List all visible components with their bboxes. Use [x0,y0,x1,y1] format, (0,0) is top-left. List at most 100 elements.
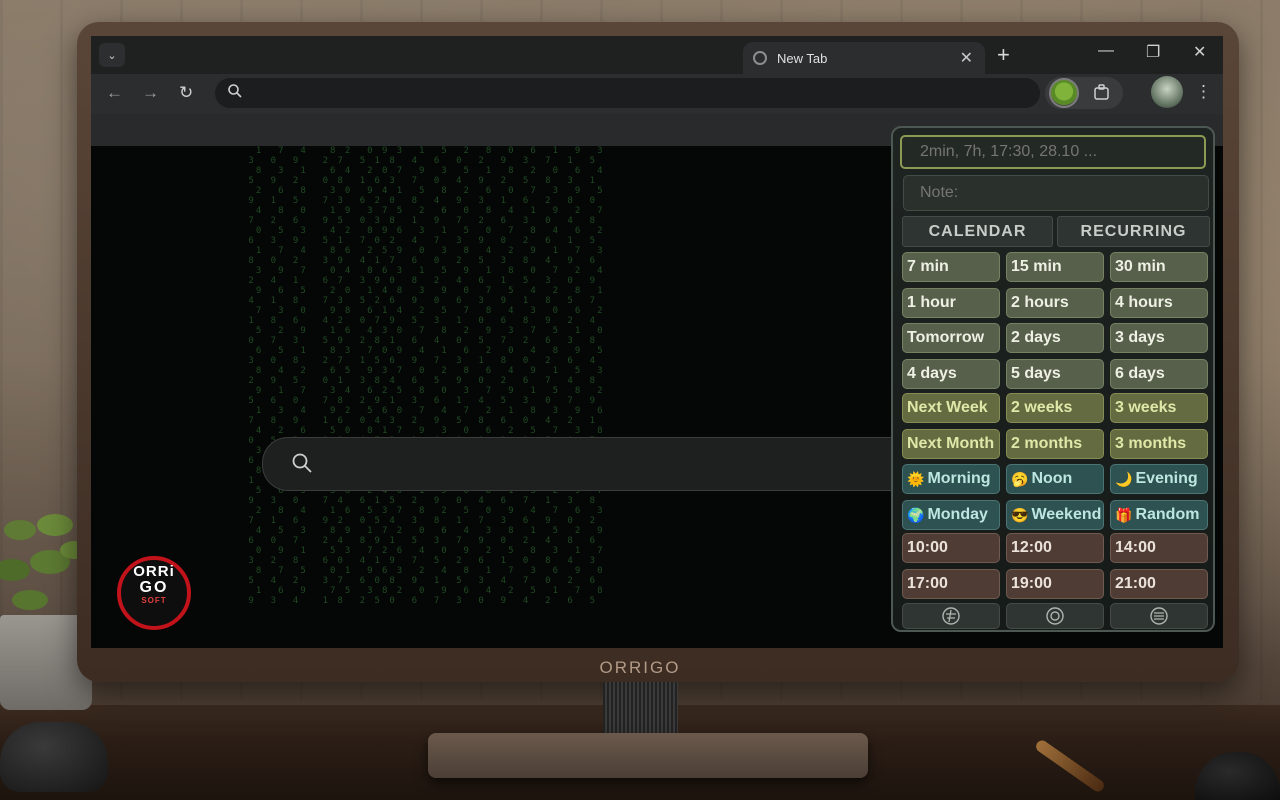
quick-time-label: 3 months [1115,435,1187,452]
quick-time-button[interactable]: 12:00 [1006,533,1104,563]
quick-time-button[interactable]: 🌍 Monday [902,500,1000,530]
quick-time-label: 2 months [1011,435,1083,452]
quick-time-button[interactable]: Tomorrow [902,323,1000,353]
settings-icon [942,607,960,625]
quick-time-label: Morning [927,470,991,487]
extensions-puzzle-icon[interactable] [1093,84,1111,102]
quick-time-label: 14:00 [1115,539,1156,556]
quick-time-label: 10:00 [907,539,948,556]
minimize-button[interactable]: — [1098,42,1114,60]
quick-time-label: 17:00 [907,575,948,592]
chrome-favicon-icon [753,51,767,65]
orrigo-soft-logo: ORRi GO SOFT [117,556,191,630]
quick-time-emoji-icon: 🎁 [1115,506,1133,523]
theme-icon [1046,607,1064,625]
note-input[interactable] [903,175,1209,211]
matrix-rain-background: 1 7 4 8 2 0 9 3 1 5 2 8 0 6 1 9 3 3 0 9 … [248,146,605,606]
quick-time-label: 12:00 [1011,539,1052,556]
quick-time-button[interactable]: 😎 Weekend [1006,500,1104,530]
quick-time-emoji-icon: 🌙 [1115,470,1133,487]
quick-time-label: 6 days [1115,365,1165,382]
earbuds-case [0,722,108,792]
forward-arrow-icon[interactable]: → [142,83,159,103]
tab-new-tab[interactable]: New Tab ✕ [743,42,985,74]
quick-time-button[interactable]: 2 days [1006,323,1104,353]
recurring-button[interactable]: RECURRING [1057,216,1210,247]
quick-time-label: 15 min [1011,258,1062,275]
quick-time-button[interactable]: 4 days [902,359,1000,389]
quick-time-button[interactable]: 6 days [1110,359,1208,389]
calendar-button[interactable]: CALENDAR [902,216,1053,247]
quick-time-label: 5 days [1011,365,1061,382]
quick-time-emoji-icon: 🥱 [1011,470,1029,487]
search-icon [228,84,242,98]
theme-button[interactable] [1006,603,1104,629]
quick-time-label: Tomorrow [907,329,985,346]
quick-time-label: 19:00 [1011,575,1052,592]
quick-time-label: Evening [1135,470,1198,487]
quick-time-label: 4 days [907,365,957,382]
extensions-area [1045,77,1123,109]
search-icon [292,453,312,473]
logo-line-3: SOFT [141,596,167,605]
quick-time-label: 4 hours [1115,294,1173,311]
tea-timer-extension-icon[interactable] [1049,78,1079,108]
quick-time-button[interactable]: 5 days [1006,359,1104,389]
quick-time-button[interactable]: 3 months [1110,429,1208,459]
quick-time-button[interactable]: 7 min [902,252,1000,282]
tab-close-icon[interactable]: ✕ [960,48,973,68]
tab-title: New Tab [777,50,828,66]
quick-time-button[interactable]: 4 hours [1110,288,1208,318]
restore-button[interactable]: ❐ [1146,42,1160,62]
page-search-box[interactable] [262,437,924,491]
quick-time-button[interactable]: 3 weeks [1110,393,1208,423]
profile-avatar[interactable] [1151,76,1183,108]
quick-time-label: 2 hours [1011,294,1069,311]
quick-time-emoji-icon: 🌞 [907,470,925,487]
quick-time-label: Next Week [907,399,988,416]
quick-time-button[interactable]: 30 min [1110,252,1208,282]
back-arrow-icon[interactable]: ← [106,83,123,103]
quick-time-button[interactable]: 2 hours [1006,288,1104,318]
logo-line-2: GO [139,579,169,596]
quick-time-button[interactable]: 19:00 [1006,569,1104,599]
quick-time-label: 3 weeks [1115,399,1177,416]
quick-time-button[interactable]: 🎁 Random [1110,500,1208,530]
toolbar: ← → ↻ ⋮ [91,74,1223,114]
quick-time-button[interactable]: Next Week [902,393,1000,423]
quick-time-label: Monday [927,506,988,523]
quick-time-button[interactable]: 15 min [1006,252,1104,282]
quick-time-button[interactable]: 3 days [1110,323,1208,353]
logo-line-1: ORRi [133,563,175,580]
reload-icon[interactable]: ↻ [179,83,193,103]
reminder-popup: CALENDAR RECURRING 7 min 15 min 30 min 1 ho… [891,126,1215,632]
list-icon [1150,607,1168,625]
quick-time-emoji-icon: 😎 [1011,506,1029,523]
quick-time-button[interactable]: 10:00 [902,533,1000,563]
list-button[interactable] [1110,603,1208,629]
close-window-button[interactable]: ✕ [1193,42,1206,62]
quick-time-label: 7 min [907,258,949,275]
quick-time-button[interactable]: 21:00 [1110,569,1208,599]
quick-time-button[interactable]: 2 weeks [1006,393,1104,423]
monitor-brand: ORRIGO [599,658,681,677]
quick-time-emoji-icon: 🌍 [907,506,925,523]
address-bar[interactable] [215,78,1040,108]
quick-time-label: 3 days [1115,329,1165,346]
time-input[interactable] [900,135,1206,169]
quick-time-button[interactable]: 17:00 [902,569,1000,599]
quick-time-button[interactable]: Next Month [902,429,1000,459]
more-menu-icon[interactable]: ⋮ [1195,82,1212,102]
quick-time-button[interactable]: 🥱 Noon [1006,464,1104,494]
new-tab-button[interactable]: + [997,42,1010,68]
tab-search-dropdown[interactable]: ⌄ [99,43,125,67]
quick-time-button[interactable]: 1 hour [902,288,1000,318]
quick-time-button[interactable]: 🌙 Evening [1110,464,1208,494]
quick-time-button[interactable]: 2 months [1006,429,1104,459]
quick-time-button[interactable]: 14:00 [1110,533,1208,563]
quick-time-label: Random [1135,506,1200,523]
settings-button[interactable] [902,603,1000,629]
quick-time-label: Noon [1031,470,1073,487]
quick-time-label: Weekend [1031,506,1102,523]
quick-time-button[interactable]: 🌞 Morning [902,464,1000,494]
